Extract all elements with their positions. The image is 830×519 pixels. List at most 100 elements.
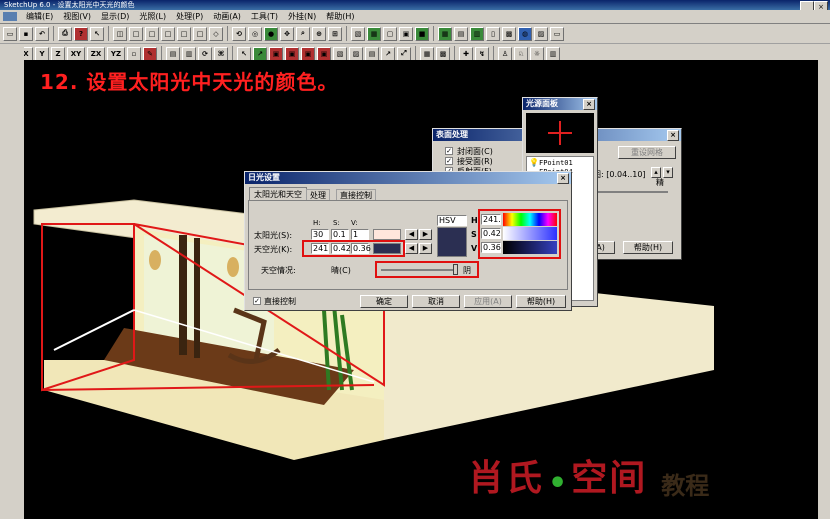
value-slider[interactable]: [503, 241, 557, 254]
window-select-icon[interactable]: ▣: [301, 46, 315, 61]
wireframe-icon[interactable]: ▢: [383, 26, 397, 41]
orbit-icon[interactable]: ◎: [248, 26, 262, 41]
menu-view[interactable]: 视图(V): [58, 10, 96, 23]
light-item[interactable]: FPoint01: [539, 159, 573, 167]
view-right-icon[interactable]: □: [177, 26, 191, 41]
surface-icon[interactable]: ▥: [182, 46, 196, 61]
auto-axis-icon[interactable]: ▫: [127, 46, 141, 61]
menu-process[interactable]: 处理(P): [171, 10, 208, 23]
view-iso-icon[interactable]: ◇: [209, 26, 223, 41]
rotate-icon[interactable]: ⟳: [198, 46, 212, 61]
select-plus-icon[interactable]: ↗: [253, 46, 267, 61]
cancel-button[interactable]: 取消: [412, 295, 460, 308]
arrow-right-icon[interactable]: ▶: [419, 229, 432, 240]
s-value-input[interactable]: 0.42: [481, 228, 501, 239]
walk-icon[interactable]: ●: [264, 26, 278, 41]
z-axis-button[interactable]: Z: [51, 46, 65, 61]
close-icon[interactable]: ×: [557, 173, 569, 184]
figure-icon[interactable]: ♙: [498, 46, 512, 61]
help-button[interactable]: 帮助(H): [516, 295, 566, 308]
process-icon[interactable]: ▥: [470, 26, 484, 41]
receive-face-checkbox[interactable]: ✓: [445, 157, 453, 165]
menu-edit[interactable]: 编辑(E): [21, 10, 58, 23]
rotate-view-icon[interactable]: ⟲: [232, 26, 246, 41]
sun-color-swatch[interactable]: [373, 229, 401, 240]
property-icon[interactable]: ▤: [365, 46, 379, 61]
sun-s-input[interactable]: 0.1: [331, 229, 349, 240]
sun-h-input[interactable]: 30: [311, 229, 329, 240]
zoom-window-icon[interactable]: ⊕: [312, 26, 326, 41]
edit-icon[interactable]: ▤: [166, 46, 180, 61]
close-icon[interactable]: ×: [667, 130, 679, 141]
direct-control-checkbox[interactable]: ✓: [253, 297, 261, 305]
group-select-icon[interactable]: ▣: [285, 46, 299, 61]
table-icon[interactable]: ▦: [420, 46, 434, 61]
settings-icon[interactable]: ▨: [534, 26, 548, 41]
hidden-line-icon[interactable]: ▣: [399, 26, 413, 41]
radiosity-icon[interactable]: ▤: [454, 26, 468, 41]
walk-figure-icon[interactable]: ♘: [514, 46, 528, 61]
ok-button[interactable]: 确定: [360, 295, 408, 308]
poly-select-icon[interactable]: ▣: [317, 46, 331, 61]
help-button[interactable]: 帮助(H): [623, 241, 673, 254]
menu-help[interactable]: 帮助(H): [321, 10, 359, 23]
grid-icon[interactable]: ▩: [502, 26, 516, 41]
box-select-icon[interactable]: ▣: [269, 46, 283, 61]
sun-v-input[interactable]: 1: [351, 229, 369, 240]
menu-tools[interactable]: 工具(T): [246, 10, 283, 23]
scale-icon[interactable]: ⤢: [397, 46, 411, 61]
undo-icon[interactable]: ↶: [35, 26, 49, 41]
tab-sun-sky[interactable]: 太阳光和天空: [249, 187, 307, 201]
apply-button[interactable]: 应用(A): [464, 295, 512, 308]
move-icon[interactable]: ↗: [381, 46, 395, 61]
add-light-icon[interactable]: ✚: [459, 46, 473, 61]
menu-light[interactable]: 光照(L): [134, 10, 171, 23]
mesh-icon[interactable]: ▩: [436, 46, 450, 61]
sky-condition-slider[interactable]: [381, 269, 455, 271]
copy-icon[interactable]: ▨: [349, 46, 363, 61]
spot-icon[interactable]: ↯: [475, 46, 489, 61]
reset-grid-button[interactable]: 重设网格: [618, 146, 676, 159]
new-file-icon[interactable]: ▭: [3, 26, 17, 41]
arrow-right-icon[interactable]: ▶: [419, 243, 432, 254]
view-back-icon[interactable]: □: [145, 26, 159, 41]
view-top-icon[interactable]: □: [193, 26, 207, 41]
shaded-icon[interactable]: ■: [415, 26, 429, 41]
light-icon[interactable]: ▦: [438, 26, 452, 41]
link-icon[interactable]: ⌘: [214, 46, 228, 61]
constraint-icon[interactable]: ✎: [143, 46, 157, 61]
layer-icon[interactable]: ▧: [333, 46, 347, 61]
context-help-icon[interactable]: ↖: [90, 26, 104, 41]
arrow-left-icon[interactable]: ◀: [405, 229, 418, 240]
globe-icon[interactable]: ◍: [518, 26, 532, 41]
hue-slider[interactable]: [503, 213, 557, 226]
close-icon[interactable]: ×: [583, 99, 595, 110]
save-icon[interactable]: ▪: [19, 26, 33, 41]
v-value-input[interactable]: 0.36: [481, 242, 501, 253]
help-icon[interactable]: ?: [74, 26, 88, 41]
stop-icon[interactable]: ▯: [486, 26, 500, 41]
select-icon[interactable]: ↖: [237, 46, 251, 61]
render-icon[interactable]: ▧: [351, 26, 365, 41]
zoom-extents-icon[interactable]: ⊞: [328, 26, 342, 41]
chart-icon[interactable]: ▥: [546, 46, 560, 61]
view-left-icon[interactable]: □: [161, 26, 175, 41]
zx-plane-button[interactable]: ZX: [87, 46, 105, 61]
pan-icon[interactable]: ✥: [280, 26, 294, 41]
camera-icon[interactable]: ◫: [113, 26, 127, 41]
render-green-icon[interactable]: ▦: [367, 26, 381, 41]
yz-plane-button[interactable]: YZ: [107, 46, 125, 61]
precision-slider[interactable]: [598, 191, 668, 193]
slider-thumb[interactable]: [453, 264, 458, 275]
sun-icon[interactable]: ☼: [530, 46, 544, 61]
saturation-slider[interactable]: [503, 227, 557, 240]
h-value-input[interactable]: 241.: [481, 214, 501, 225]
view-front-icon[interactable]: □: [129, 26, 143, 41]
print-icon[interactable]: ⎙: [58, 26, 72, 41]
zoom-icon[interactable]: ⌕: [296, 26, 310, 41]
options-icon[interactable]: ▭: [550, 26, 564, 41]
menu-display[interactable]: 显示(D): [96, 10, 134, 23]
xy-plane-button[interactable]: XY: [67, 46, 85, 61]
arrow-left-icon[interactable]: ◀: [405, 243, 418, 254]
closed-face-checkbox[interactable]: ✓: [445, 147, 453, 155]
